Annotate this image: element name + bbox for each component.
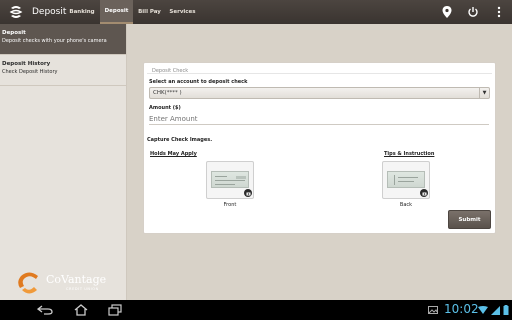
deposit-check-panel: Deposit Check Select an account to depos… [143, 62, 496, 234]
power-icon[interactable] [460, 0, 486, 24]
holds-may-apply-link[interactable]: Holds May Apply [150, 151, 197, 157]
camera-icon [420, 189, 428, 197]
check-back-icon [387, 171, 425, 188]
app-logo-icon[interactable] [6, 0, 26, 24]
front-capture-button[interactable] [206, 161, 254, 199]
sidebar: Deposit Deposit checks with your phone's… [0, 24, 127, 300]
app-title: Deposit [32, 7, 67, 17]
capture-label: Capture Check Images. [147, 137, 213, 143]
sidebar-item-deposit-history[interactable]: Deposit History Check Deposit History [0, 55, 126, 85]
tab-services[interactable]: Services [166, 0, 199, 24]
gallery-notification-icon[interactable] [428, 305, 438, 315]
account-label: Select an account to deposit check [149, 79, 248, 85]
logo-tagline: CREDIT UNION [66, 287, 99, 291]
camera-icon [244, 189, 252, 197]
tab-bill-pay[interactable]: Bill Pay [133, 0, 166, 24]
sidebar-item-title: Deposit [2, 30, 26, 36]
sidebar-item-deposit[interactable]: Deposit Deposit checks with your phone's… [0, 24, 126, 54]
check-front-icon [211, 171, 249, 188]
front-caption: Front [223, 202, 237, 208]
back-capture-button[interactable] [382, 161, 430, 199]
battery-icon [501, 305, 511, 315]
system-clock: 10:02 [444, 302, 479, 316]
back-icon[interactable] [34, 303, 56, 317]
signal-icon [490, 305, 500, 315]
home-icon[interactable] [70, 303, 92, 317]
account-select[interactable]: CHK(**** ) ▼ [149, 87, 490, 99]
tips-instruction-link[interactable]: Tips & Instruction [384, 151, 434, 157]
covantage-logo: CoVantage CREDIT UNION [16, 270, 126, 296]
account-select-value: CHK(**** ) [153, 90, 182, 96]
location-icon[interactable] [434, 0, 460, 24]
amount-label: Amount ($) [149, 105, 181, 111]
amount-input[interactable] [149, 113, 489, 125]
covantage-logo-icon [18, 272, 38, 294]
logo-name: CoVantage [46, 273, 107, 286]
wifi-icon [478, 305, 488, 315]
overflow-menu-icon[interactable] [486, 0, 512, 24]
section-title: Deposit Check [147, 63, 492, 74]
divider [0, 85, 126, 86]
action-bar: Deposit Banking Deposit Bill Pay Service… [0, 0, 512, 24]
dropdown-arrow-icon: ▼ [479, 88, 489, 98]
sidebar-item-subtitle: Check Deposit History [2, 69, 58, 75]
recent-apps-icon[interactable] [104, 303, 126, 317]
tab-deposit[interactable]: Deposit [100, 0, 133, 24]
system-nav-bar: 10:02 [0, 300, 512, 320]
back-caption: Back [399, 202, 413, 208]
sidebar-item-title: Deposit History [2, 61, 51, 67]
sidebar-item-subtitle: Deposit checks with your phone's camera [2, 38, 107, 44]
submit-button[interactable]: Submit [448, 210, 491, 229]
tab-banking[interactable]: Banking [64, 0, 100, 24]
